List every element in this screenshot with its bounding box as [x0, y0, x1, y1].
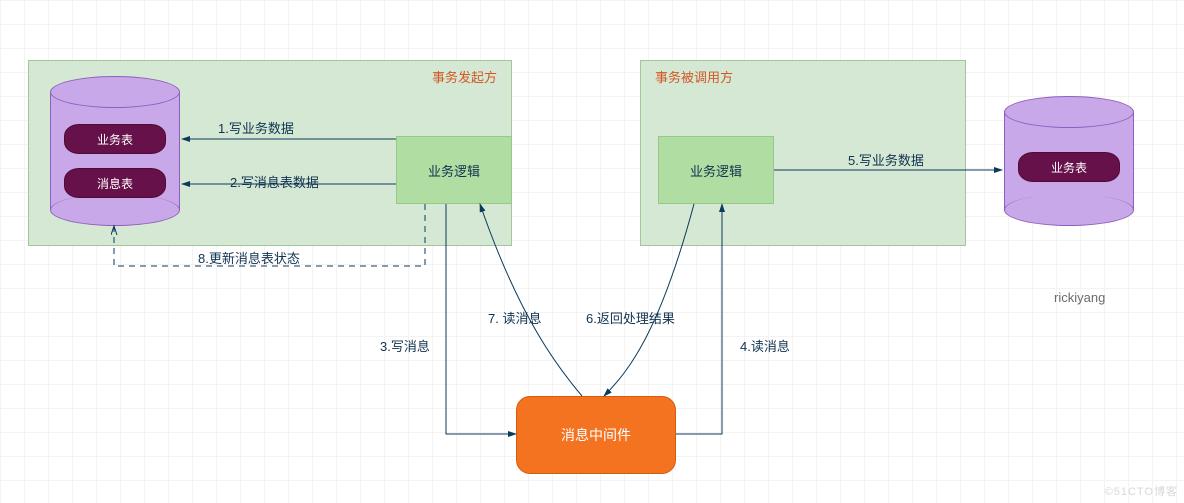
edge-label-e2: 2.写消息表数据 [230, 172, 319, 191]
table-message-left: 消息表 [64, 168, 166, 198]
edge-label-e6: 6.返回处理结果 [586, 308, 675, 327]
table-business-left: 业务表 [64, 124, 166, 154]
logic-right: 业务逻辑 [658, 136, 774, 204]
watermark-text: ©51CTO博客 [1105, 483, 1178, 499]
panel-title-left: 事务发起方 [432, 67, 497, 86]
mq-label: 消息中间件 [561, 425, 631, 445]
table-business-right: 业务表 [1018, 152, 1120, 182]
edge-label-e7: 7. 读消息 [488, 308, 541, 327]
edge-label-e8: 8.更新消息表状态 [198, 248, 300, 267]
panel-title-right: 事务被调用方 [655, 67, 733, 86]
logic-label: 业务逻辑 [690, 161, 742, 180]
db-left: 业务表 消息表 [50, 76, 180, 226]
edge-label-e4: 4.读消息 [740, 336, 790, 355]
credit-text: rickiyang [1054, 290, 1105, 305]
db-right: 业务表 [1004, 96, 1134, 226]
table-label: 业务表 [1051, 159, 1087, 176]
table-label: 消息表 [97, 175, 133, 192]
table-label: 业务表 [97, 131, 133, 148]
edge-label-e1: 1.写业务数据 [218, 118, 294, 137]
mq-node: 消息中间件 [516, 396, 676, 474]
logic-label: 业务逻辑 [428, 161, 480, 180]
edge-label-e3: 3.写消息 [380, 336, 430, 355]
edge-label-e5: 5.写业务数据 [848, 150, 924, 169]
logic-left: 业务逻辑 [396, 136, 512, 204]
